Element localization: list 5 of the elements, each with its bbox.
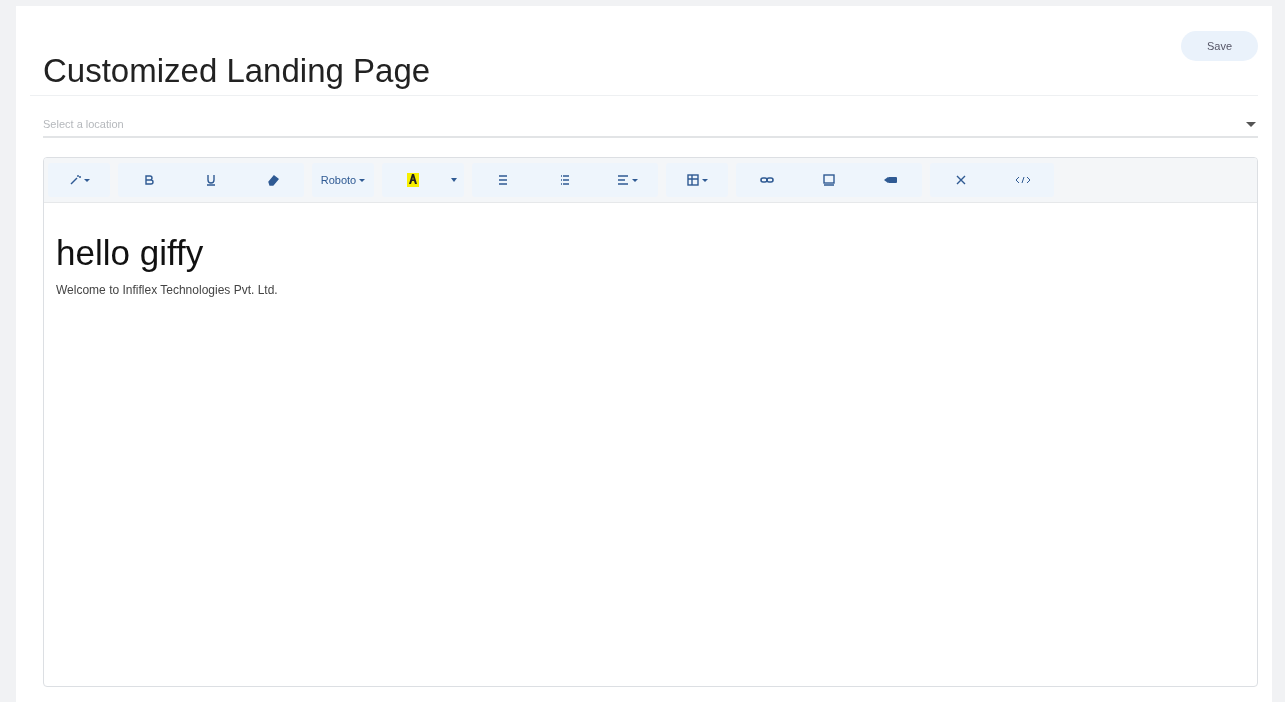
font-dropdown[interactable]: Roboto xyxy=(312,163,374,197)
content-paragraph: Welcome to Infiflex Technologies Pvt. Ltd. xyxy=(56,283,279,297)
page-title: Customized Landing Page xyxy=(43,52,431,90)
content-heading: hello giffy xyxy=(56,233,205,273)
save-button[interactable]: Save xyxy=(1180,31,1258,61)
